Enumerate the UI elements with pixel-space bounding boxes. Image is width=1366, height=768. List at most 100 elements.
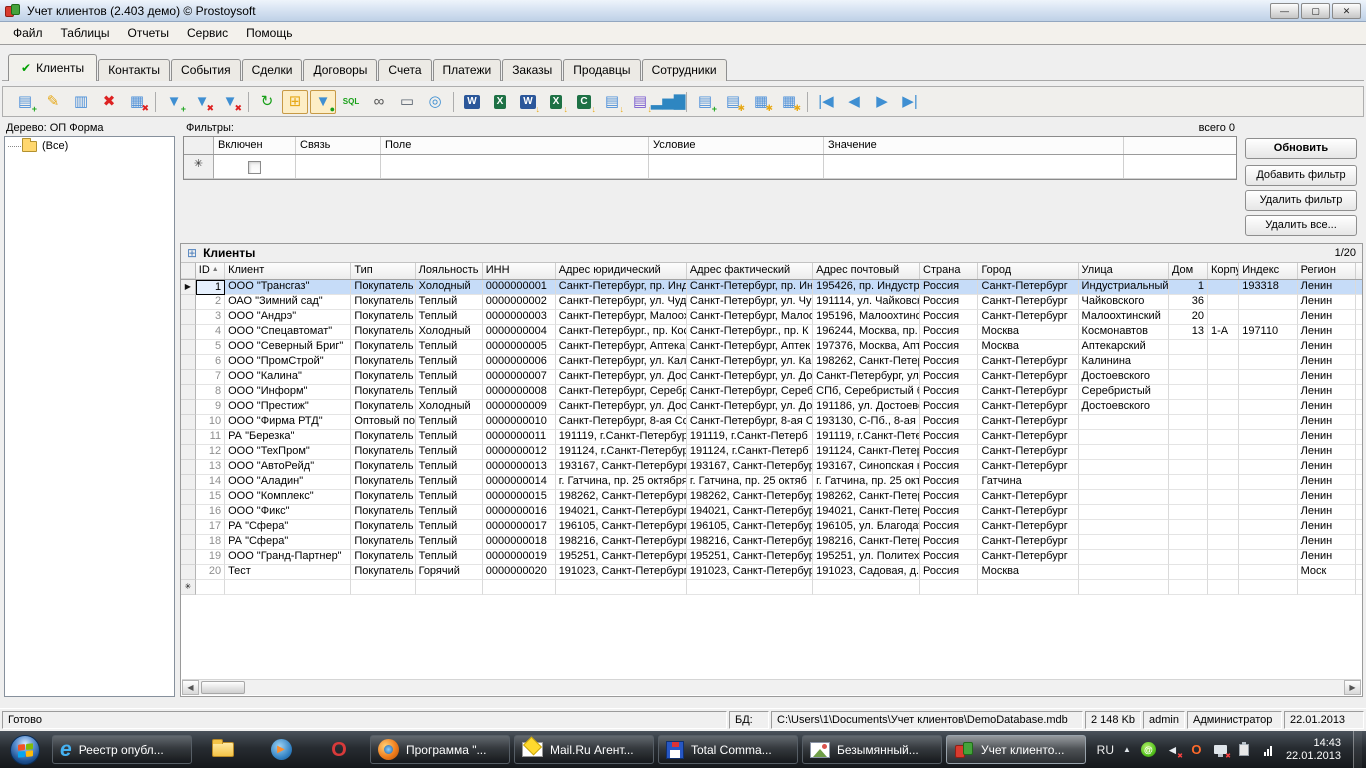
cell[interactable]: Покупатель: [351, 460, 415, 475]
filter-cell-3[interactable]: [381, 155, 649, 179]
nav-prev-button[interactable]: ◀: [841, 90, 867, 114]
cell[interactable]: Теплый: [416, 490, 483, 505]
cell[interactable]: 191124, г.Санкт-Петербур: [556, 445, 687, 460]
cell[interactable]: 36: [1169, 295, 1208, 310]
cell[interactable]: 197110: [1239, 325, 1297, 340]
cell[interactable]: 0000000017: [483, 520, 556, 535]
record-settings-button[interactable]: ▤✱: [720, 90, 746, 114]
cell[interactable]: Санкт-Петербург., пр. К: [687, 325, 813, 340]
cell[interactable]: [1079, 565, 1169, 580]
tab-1[interactable]: ✔Клиенты: [8, 54, 97, 81]
cell[interactable]: Санкт-Петербург: [978, 400, 1078, 415]
filter-column-header-1[interactable]: Включен: [214, 137, 296, 154]
add-filter-button[interactable]: ▼+: [161, 90, 187, 114]
cell[interactable]: Холодный: [416, 400, 483, 415]
cell[interactable]: [1169, 535, 1208, 550]
cell[interactable]: 20: [1169, 310, 1208, 325]
taskbar-opera-button[interactable]: O: [312, 735, 366, 764]
row-selector[interactable]: [181, 385, 196, 400]
export-word-template-button[interactable]: W↓: [515, 90, 541, 114]
cell[interactable]: [1208, 295, 1239, 310]
cell[interactable]: Гатчина: [978, 475, 1078, 490]
cell[interactable]: [1239, 415, 1297, 430]
tab-5[interactable]: Договоры: [303, 59, 377, 81]
cell[interactable]: [1169, 370, 1208, 385]
filter-cell-5[interactable]: [824, 155, 1124, 179]
cell[interactable]: Санкт-Петербург: [978, 520, 1078, 535]
row-selector[interactable]: [181, 445, 196, 460]
tab-6[interactable]: Счета: [378, 59, 431, 81]
filter-column-header-2[interactable]: Связь: [296, 137, 381, 154]
cell[interactable]: Ленин: [1298, 400, 1356, 415]
row-selector[interactable]: [181, 355, 196, 370]
cell[interactable]: Покупатель: [351, 535, 415, 550]
cell[interactable]: 17: [196, 520, 225, 535]
cell[interactable]: Санкт-Петербург: [978, 490, 1078, 505]
cell[interactable]: [1169, 415, 1208, 430]
cell[interactable]: Достоевского: [1079, 400, 1169, 415]
cell[interactable]: 0000000013: [483, 460, 556, 475]
cell[interactable]: Ленин: [1298, 505, 1356, 520]
cell[interactable]: [1079, 430, 1169, 445]
cell[interactable]: Санкт-Петербург, Серебри: [556, 385, 687, 400]
opera-tray-icon[interactable]: O: [1188, 741, 1205, 758]
cell[interactable]: 11: [196, 430, 225, 445]
cell[interactable]: [1239, 370, 1297, 385]
cell[interactable]: 191023, Садовая, д.32: [813, 565, 920, 580]
cell[interactable]: Покупатель: [351, 280, 415, 295]
cell[interactable]: Ленин: [1298, 415, 1356, 430]
cell[interactable]: Малоохтинский: [1079, 310, 1169, 325]
column-header-14[interactable]: Индекс: [1239, 263, 1297, 279]
cell[interactable]: [1239, 565, 1297, 580]
cell[interactable]: 20: [196, 565, 225, 580]
table-row[interactable]: 9ООО "Престиж"ПокупательХолодный00000000…: [181, 400, 1362, 415]
delete-filter-button[interactable]: Удалить фильтр: [1245, 190, 1357, 211]
taskbar-mailru-button[interactable]: Mail.Ru Агент...: [514, 735, 654, 764]
cell[interactable]: 195251, Санкт-Петербур: [687, 550, 813, 565]
new-row-cell[interactable]: [687, 580, 813, 595]
cell[interactable]: [1208, 565, 1239, 580]
language-indicator[interactable]: RU: [1097, 743, 1114, 757]
menu-item-2[interactable]: Таблицы: [52, 22, 119, 44]
cell[interactable]: Санкт-Петербург: [978, 310, 1078, 325]
cell[interactable]: Санкт-Петербург, ул. Ка: [687, 355, 813, 370]
refresh-button[interactable]: ↻: [254, 90, 280, 114]
menu-item-4[interactable]: Сервис: [178, 22, 237, 44]
new-row-cell[interactable]: [351, 580, 415, 595]
cell[interactable]: Ленин: [1298, 550, 1356, 565]
cell[interactable]: Санкт-Петербург: [978, 415, 1078, 430]
cell[interactable]: Санкт-Петербург, 8-ая Сов: [556, 415, 687, 430]
table-row[interactable]: 14ООО "Аладин"ПокупательТеплый0000000014…: [181, 475, 1362, 490]
cell[interactable]: Теплый: [416, 340, 483, 355]
cell[interactable]: Покупатель: [351, 475, 415, 490]
row-selector[interactable]: [181, 430, 196, 445]
table-row[interactable]: 12ООО "ТехПром"ПокупательТеплый000000001…: [181, 445, 1362, 460]
delete-all-filters-button[interactable]: ▼✖: [217, 90, 243, 114]
cell[interactable]: Россия: [920, 280, 978, 295]
cell[interactable]: Теплый: [416, 310, 483, 325]
add-filter-button[interactable]: Добавить фильтр: [1245, 165, 1357, 186]
cell[interactable]: 4: [196, 325, 225, 340]
cell[interactable]: Покупатель: [351, 445, 415, 460]
cell[interactable]: 196105, ул. Благодатн: [813, 520, 920, 535]
taskbar-wmp-button[interactable]: ▶: [254, 735, 308, 764]
cell[interactable]: Санкт-Петербург, ул. Чудн: [556, 295, 687, 310]
cell[interactable]: Ленин: [1298, 295, 1356, 310]
cell[interactable]: [1169, 355, 1208, 370]
table-row[interactable]: 15ООО "Комплекс"ПокупательТеплый00000000…: [181, 490, 1362, 505]
cell[interactable]: Россия: [920, 460, 978, 475]
export-csv-button[interactable]: C↓: [571, 90, 597, 114]
cell[interactable]: Санкт-Петербург: [978, 535, 1078, 550]
filter-column-header-3[interactable]: Поле: [381, 137, 649, 154]
cell[interactable]: [1169, 505, 1208, 520]
new-row-cell[interactable]: [1298, 580, 1356, 595]
cell[interactable]: 193167, Санкт-Петербург,: [556, 460, 687, 475]
cell[interactable]: [1208, 490, 1239, 505]
cell[interactable]: Санкт-Петербург, Малоо: [687, 310, 813, 325]
cell[interactable]: [1169, 475, 1208, 490]
export-word-button[interactable]: W: [459, 90, 485, 114]
cell[interactable]: [1169, 550, 1208, 565]
cell[interactable]: [1169, 565, 1208, 580]
cell[interactable]: 8: [196, 385, 225, 400]
cell[interactable]: 191119, г.Санкт-Петербур: [556, 430, 687, 445]
